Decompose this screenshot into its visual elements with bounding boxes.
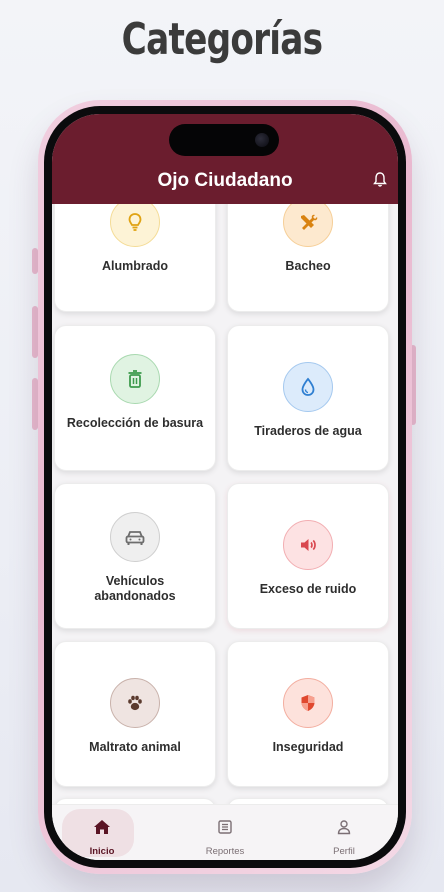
category-label: Tiraderos de agua: [254, 424, 362, 438]
profile-icon: [336, 819, 352, 840]
trash-icon: [110, 354, 160, 404]
bottom-navigation: Inicio Reportes Perfil: [52, 804, 398, 860]
category-card-ruido[interactable]: Exceso de ruido: [227, 483, 389, 629]
car-icon: [110, 512, 160, 562]
shield-icon: [283, 678, 333, 728]
nav-item-inicio[interactable]: Inicio: [52, 805, 152, 860]
nav-item-perfil[interactable]: Perfil: [294, 805, 394, 860]
category-card-recoleccion[interactable]: Recolección de basura: [54, 325, 216, 471]
category-card-tiraderos[interactable]: Tiraderos de agua: [227, 325, 389, 471]
nav-label: Inicio: [89, 846, 115, 857]
category-label: Maltrato animal: [89, 740, 181, 754]
category-card-bacheo[interactable]: Bacheo: [227, 204, 389, 312]
category-label: Inseguridad: [272, 740, 344, 754]
category-card-vehiculos[interactable]: Vehículos abandonados: [54, 483, 216, 629]
water-drop-icon: [283, 362, 333, 412]
reports-icon: [217, 819, 233, 840]
home-icon: [93, 819, 111, 840]
camera-icon: [255, 133, 269, 147]
dynamic-island: [169, 124, 279, 156]
category-label: Alumbrado: [102, 259, 168, 273]
phone-screen: Ojo Ciudadano Alumbrado Bacheo Recolecci…: [52, 114, 398, 860]
app-bar: Ojo Ciudadano: [52, 114, 398, 204]
category-label: Vehículos abandonados: [94, 574, 176, 603]
speaker-icon: [283, 520, 333, 570]
nav-label: Perfil: [333, 846, 355, 857]
category-label: Bacheo: [285, 259, 331, 273]
lightbulb-icon: [110, 204, 160, 247]
categories-grid: Alumbrado Bacheo Recolección de basura T…: [52, 204, 398, 804]
category-label: Exceso de ruido: [259, 582, 357, 596]
tools-icon: [283, 204, 333, 247]
category-card-maltrato[interactable]: Maltrato animal: [54, 641, 216, 787]
category-card-alumbrado[interactable]: Alumbrado: [54, 204, 216, 312]
nav-item-reportes[interactable]: Reportes: [175, 805, 275, 860]
app-title: Ojo Ciudadano: [157, 170, 293, 191]
nav-label: Reportes: [205, 846, 245, 857]
category-card-inseguridad[interactable]: Inseguridad: [227, 641, 389, 787]
page-heading: Categorías: [121, 14, 323, 65]
notifications-bell-icon[interactable]: [370, 170, 390, 190]
paw-icon: [110, 678, 160, 728]
category-label: Recolección de basura: [66, 416, 204, 430]
